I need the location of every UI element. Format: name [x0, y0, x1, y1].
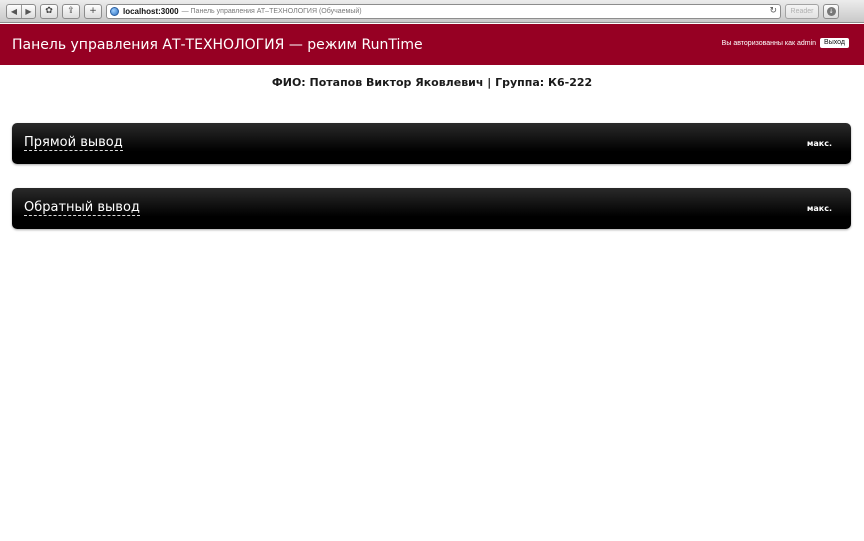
- back-button[interactable]: ◀: [7, 5, 21, 18]
- logout-button[interactable]: Выход: [820, 38, 849, 48]
- panel-direct-output: Прямой вывод макс.: [12, 123, 851, 164]
- download-icon: ↓: [826, 6, 836, 16]
- globe-icon: [110, 6, 119, 16]
- auth-status: Вы авторизованны как admin: [721, 39, 817, 47]
- history-button[interactable]: ✿: [40, 3, 58, 19]
- reader-button[interactable]: Reader: [785, 3, 819, 19]
- share-button[interactable]: ⇪: [62, 3, 80, 19]
- history-nav: ◀ ▶: [6, 3, 36, 19]
- page-title-in-address: — Панель управления АТ–ТЕХНОЛОГИЯ (Обуча…: [181, 7, 362, 15]
- app-title: Панель управления АТ-ТЕХНОЛОГИЯ — режим …: [12, 37, 423, 53]
- maximize-button[interactable]: макс.: [807, 204, 832, 213]
- maximize-button[interactable]: макс.: [807, 139, 832, 148]
- downloads-button[interactable]: ↓: [823, 3, 839, 19]
- add-bookmark-button[interactable]: +: [84, 3, 102, 19]
- panel-reverse-output: Обратный вывод макс.: [12, 188, 851, 229]
- reload-icon[interactable]: ↻: [769, 6, 777, 16]
- auth-block: Вы авторизованны как admin Выход: [722, 38, 849, 48]
- browser-toolbar: ◀ ▶ ✿ ⇪ + localhost:3000 — Панель управл…: [0, 0, 864, 23]
- url-host: localhost:3000: [123, 6, 179, 16]
- student-info: ФИО: Потапов Виктор Яковлевич | Группа: …: [271, 76, 593, 89]
- forward-button[interactable]: ▶: [21, 4, 35, 18]
- app-header: Панель управления АТ-ТЕХНОЛОГИЯ — режим …: [0, 24, 864, 65]
- address-bar[interactable]: localhost:3000 — Панель управления АТ–ТЕ…: [106, 3, 781, 19]
- panel-title-direct-output[interactable]: Прямой вывод: [24, 135, 123, 151]
- panel-title-reverse-output[interactable]: Обратный вывод: [24, 200, 140, 216]
